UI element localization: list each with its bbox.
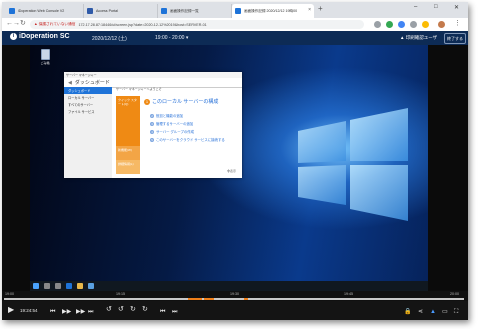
server-manager-window: サーバー マネージャー ◀ ダッシュボード ダッシュボード ローカル サーバー …	[64, 72, 242, 178]
timeline-tick: 19:45	[344, 292, 353, 296]
recycle-bin-icon[interactable]: ごみ箱	[39, 49, 51, 65]
extension-icon[interactable]	[422, 21, 429, 28]
rewind-5-icon[interactable]: ↺	[118, 305, 124, 315]
player-controls: ▶ 19:24:54 ⏮ ▶▶ ▶▶ ⏭ ↺ ↺ ↻ ↻ ⏮ ⏭ 🔒 ⋖ ▲ ▭…	[2, 301, 468, 320]
star-icon[interactable]	[374, 21, 381, 28]
user-name[interactable]: ▲ 印刷確認ユーザ	[400, 35, 437, 41]
sm-page-title: ダッシュボード	[74, 80, 110, 86]
sm-nav-file[interactable]: ファイル サービス	[64, 108, 112, 115]
avatar[interactable]	[438, 21, 445, 28]
tab-record-list[interactable]: 画面操作記録一覧	[158, 4, 232, 18]
sm-nav-local[interactable]: ローカル サーバー	[64, 94, 112, 101]
tab-favicon-icon	[235, 8, 241, 14]
welcome-text: サーバー マネージャーへようこそ	[116, 87, 162, 91]
plus-icon[interactable]: +	[318, 5, 323, 13]
maximize-icon[interactable]: □	[434, 4, 438, 10]
windows-logo-icon	[298, 108, 408, 221]
recorded-desktop: ごみ箱 サーバー マネージャー ◀ ダッシュボード ダッシュボード ローカル サ…	[30, 45, 428, 291]
timeline[interactable]: 19:00 19:15 19:30 19:45 20:00	[2, 291, 468, 301]
fast-forward-icon[interactable]: ▶▶	[76, 307, 85, 317]
step-add-servers[interactable]: 3 管理するサーバーの追加	[150, 121, 193, 126]
reload-icon[interactable]: ↻	[20, 20, 26, 28]
learn-more-tile[interactable]: 詳細情報(L)	[116, 160, 140, 174]
minimize-icon[interactable]: –	[414, 4, 417, 10]
menu-dots-icon[interactable]: ⋮	[454, 20, 461, 28]
exit-button[interactable]: 終了する	[444, 33, 466, 44]
back-icon[interactable]: ←	[6, 20, 13, 28]
tab-label: Access Portal	[96, 9, 118, 13]
app-header: i iDoperation SC 2020/12/12 (土) 19:00 - …	[2, 31, 468, 45]
next-frame-icon[interactable]: ⏭	[172, 307, 177, 317]
tab-label: iDoperation Web Console V2	[18, 9, 65, 13]
browser-window: iDoperation Web Console V2 Access Portal…	[2, 2, 468, 320]
quick-start-tile[interactable]: クイック スタート(Q)	[116, 96, 140, 146]
bookmark-icon[interactable]: ▲	[430, 307, 436, 317]
edge-icon[interactable]	[66, 283, 72, 289]
close-window-icon[interactable]: ✕	[454, 4, 459, 11]
comment-icon[interactable]: ▭	[442, 307, 448, 317]
time-range-select[interactable]: 19:00 - 20:00 ▾	[155, 35, 188, 41]
tab-favicon-icon	[87, 8, 93, 14]
server-manager-taskbar-icon[interactable]	[88, 283, 94, 289]
url-text: 172.17.28.87:18446/ui/screen.jsp?date=20…	[78, 22, 207, 27]
app-logo: i iDoperation SC	[10, 33, 70, 40]
start-icon[interactable]	[33, 283, 39, 289]
close-tab-icon[interactable]: ×	[308, 7, 311, 13]
activity-segment[interactable]	[244, 298, 248, 300]
step-back-icon[interactable]: ⏮	[50, 307, 55, 317]
share-icon[interactable]: ⋖	[418, 307, 423, 317]
timeline-tick: 19:30	[230, 292, 239, 296]
whats-new-tile[interactable]: 新機能(W)	[116, 146, 140, 160]
tab-access-portal[interactable]: Access Portal	[84, 4, 158, 18]
step-connect-cloud[interactable]: 5 このサーバーをクラウド サービスに接続する	[150, 137, 225, 142]
insecure-warning: ▲ 保護されていない通信	[34, 22, 76, 26]
forward-5-icon[interactable]: ↻	[130, 305, 136, 315]
extension-icon[interactable]	[386, 21, 393, 28]
configure-server-step[interactable]: 1 このローカル サーバーの構成	[144, 98, 218, 105]
tab-favicon-icon	[9, 8, 15, 14]
tab-record-active[interactable]: 画面操作記録 2020/12/12 19時00 ×	[232, 4, 314, 18]
search-icon[interactable]	[44, 283, 50, 289]
slow-icon[interactable]: ▶▶	[62, 307, 71, 317]
tab-bar: iDoperation Web Console V2 Access Portal…	[2, 2, 468, 18]
play-icon[interactable]: ▶	[8, 305, 14, 315]
logo-icon: i	[10, 33, 17, 40]
step-add-roles[interactable]: 2 役割と機能の追加	[150, 113, 183, 118]
activity-segment[interactable]	[188, 298, 202, 300]
sm-main: サーバー マネージャーへようこそ クイック スタート(Q) 新機能(W) 詳細情…	[114, 87, 242, 178]
timeline-tick: 19:00	[5, 292, 14, 296]
forward-icon[interactable]: →	[13, 20, 20, 28]
taskbar	[30, 281, 428, 291]
folder-icon[interactable]	[77, 283, 83, 289]
prev-frame-icon[interactable]: ⏮	[160, 307, 165, 317]
current-time: 19:24:54	[20, 308, 38, 313]
tab-label: 画面操作記録 2020/12/12 19時00	[244, 8, 298, 13]
hide-link[interactable]: 非表示	[227, 169, 236, 173]
timeline-tick: 20:00	[450, 292, 459, 296]
tab-web-console[interactable]: iDoperation Web Console V2	[6, 4, 84, 18]
fullscreen-icon[interactable]: ⛶	[454, 307, 458, 317]
activity-segment[interactable]	[204, 298, 214, 300]
skip-forward-icon[interactable]: ⏭	[88, 307, 93, 317]
forward-10-icon[interactable]: ↻	[142, 305, 148, 315]
address-bar: ← → ↻ ▲ 保護されていない通信 172.17.28.87:18446/ui…	[2, 18, 468, 32]
tab-label: 画面操作記録一覧	[170, 8, 199, 13]
back-icon[interactable]: ◀	[68, 80, 72, 86]
task-view-icon[interactable]	[55, 283, 61, 289]
step-create-group[interactable]: 4 サーバー グループの作成	[150, 129, 194, 134]
record-date: 2020/12/12 (土)	[92, 36, 127, 42]
sm-sidebar: ダッシュボード ローカル サーバー すべてのサーバー ファイル サービス	[64, 87, 112, 178]
timeline-tick: 19:15	[116, 292, 125, 296]
tab-favicon-icon	[161, 8, 167, 14]
extension-icon[interactable]	[410, 21, 417, 28]
extension-icon[interactable]	[398, 21, 405, 28]
url-field[interactable]: ▲ 保護されていない通信 172.17.28.87:18446/ui/scree…	[30, 20, 364, 29]
sm-nav-dashboard[interactable]: ダッシュボード	[64, 87, 112, 94]
timeline-track[interactable]	[4, 298, 464, 300]
rewind-10-icon[interactable]: ↺	[106, 305, 112, 315]
lock-icon[interactable]: 🔒	[404, 307, 411, 317]
sm-nav-all[interactable]: すべてのサーバー	[64, 101, 112, 108]
